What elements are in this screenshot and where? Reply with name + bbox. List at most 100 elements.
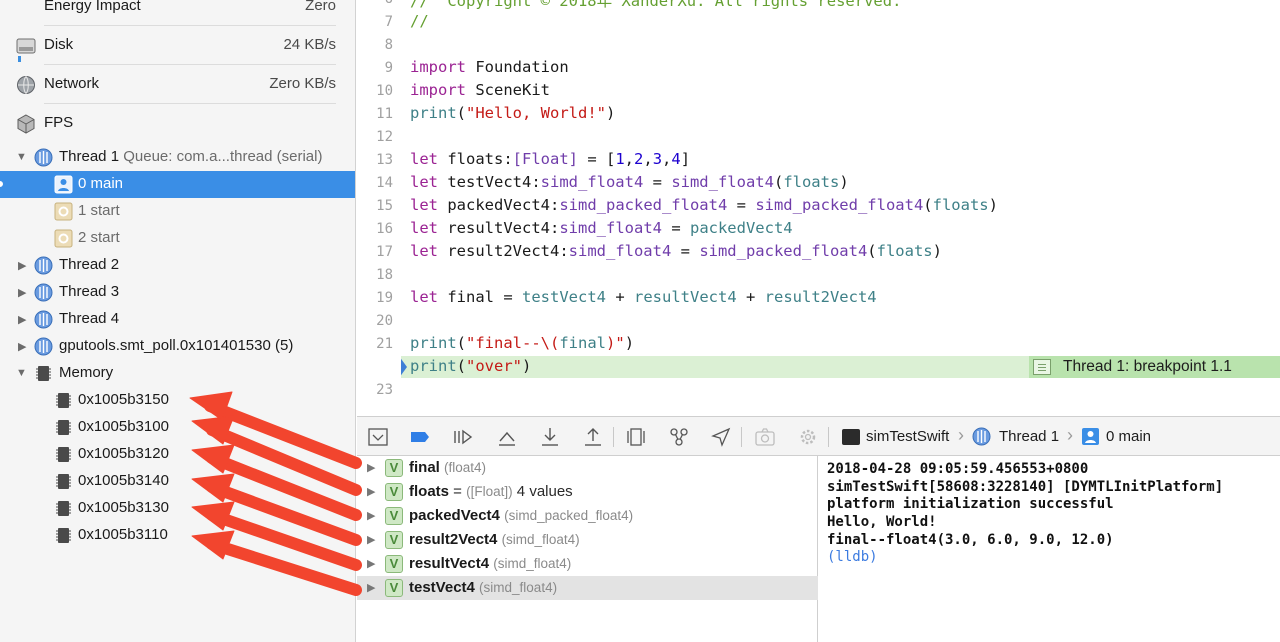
variable-name: final [409,459,440,476]
debug-navigator: Energy Impact Zero Disk 24 KB/s Network … [0,0,356,642]
line-number: 21 [376,336,393,352]
disclosure-collapsed-icon[interactable]: ▶ [18,259,26,272]
disclosure-collapsed-icon[interactable]: ▶ [367,461,375,474]
variable-name: result2Vect4 [409,531,498,548]
separator [828,427,829,447]
memory-address: 0x1005b3150 [78,391,169,408]
stack-frame-0-main[interactable]: 0 main [0,171,355,198]
breadcrumb-thread[interactable]: Thread 1 [999,428,1059,445]
disclosure-collapsed-icon[interactable]: ▶ [367,485,375,498]
line-number: 19 [376,290,393,306]
variable-badge-icon: V [385,459,403,477]
terminal-app-icon [842,429,860,445]
memory-address-row[interactable]: 0x1005b3150 [0,387,355,414]
thread-row-thread-1[interactable]: ▼ Thread 1 Queue: com.a...thread (serial… [0,144,355,171]
line-number: 12 [376,129,393,145]
code-line-6: // Copyright © 2018年 XanderXu. All right… [410,0,902,10]
thread-row-thread-2[interactable]: ▶ Thread 2 [0,252,355,279]
code-line-11: print("Hello, World!") [410,104,616,122]
memory-address-row[interactable]: 0x1005b3100 [0,414,355,441]
disclosure-collapsed-icon[interactable]: ▶ [18,340,26,353]
memory-address-row[interactable]: 0x1005b3120 [0,441,355,468]
network-icon [17,76,35,94]
disclosure-collapsed-icon[interactable]: ▶ [367,581,375,594]
memory-address: 0x1005b3130 [78,499,169,516]
variable-row-final[interactable]: ▶ V final (float4) [357,456,818,480]
disclosure-collapsed-icon[interactable]: ▶ [367,509,375,522]
gauge-fps[interactable]: FPS [0,104,355,143]
gauge-network[interactable]: Network Zero KB/s [0,65,355,104]
code-line-14: let testVect4:simd_float4 = simd_float4(… [410,173,849,191]
keyword: let [410,242,438,260]
console-output[interactable]: 2018-04-28 09:05:59.456553+0800 simTestS… [819,456,1280,642]
code-line-13: let floats:[Float] = [1,2,3,4] [410,150,691,168]
fps-icon [17,114,35,134]
variable-type: (simd_float4) [479,580,558,595]
variable-row-testvect4[interactable]: ▶ V testVect4 (simd_float4) [357,576,818,600]
gauge-disk[interactable]: Disk 24 KB/s [0,26,355,65]
step-into-icon[interactable] [539,426,561,448]
gauge-value: 24 KB/s [283,36,336,53]
variables-view: ▶ V final (float4) ▶ V floats = ([Float]… [357,456,818,642]
stack-frame-1-start[interactable]: 1 start [0,198,355,225]
line-number: 23 [376,382,393,398]
variable-badge-icon: V [385,579,403,597]
continue-icon[interactable] [452,426,474,448]
code-line-19: let final = testVect4 + resultVect4 + re… [410,288,877,306]
variable-row-packedvect4[interactable]: ▶ V packedVect4 (simd_packed_float4) [357,504,818,528]
disclosure-expanded-icon[interactable]: ▼ [16,367,27,379]
memory-address-row[interactable]: 0x1005b3140 [0,468,355,495]
operator: + [736,288,765,306]
thread-row-thread-3[interactable]: ▶ Thread 3 [0,279,355,306]
variable-name: floats [409,483,450,500]
step-over-icon[interactable] [496,426,518,448]
variable-ref: result2Vect4 [764,288,877,306]
type-name: simd_float4 [671,173,774,191]
breakpoints-toggle-icon[interactable] [409,426,431,448]
variable-badge-icon: V [385,507,403,525]
memory-chip-icon [56,447,71,462]
identifier: result2Vect4: [438,242,569,260]
hide-debug-area-icon[interactable] [367,426,389,448]
disclosure-collapsed-icon[interactable]: ▶ [367,557,375,570]
source-editor[interactable]: Thread 1: breakpoint 1.1 6 7 8 9 10 11 1… [357,0,1280,416]
step-out-icon[interactable] [582,426,604,448]
number-literal: 1 [615,150,625,168]
identifier: packedVect4: [438,196,560,214]
gauge-energy-impact[interactable]: Energy Impact Zero [0,0,355,26]
breadcrumb-frame[interactable]: 0 main [1106,428,1151,445]
console-line: final--float4(3.0, 6.0, 9.0, 12.0) [827,531,1114,548]
variable-badge-icon: V [385,531,403,549]
debug-bar: simTestSwift › Thread 1 › 0 main [357,416,1280,456]
code-line-21: print("final--\(final)") [410,334,635,352]
code-line-22: print("over") [410,357,532,375]
function-name: print [410,357,457,375]
gauge-value: Zero KB/s [269,75,336,92]
simulate-location-icon[interactable] [710,426,732,448]
memory-group[interactable]: ▼ Memory [0,360,355,387]
variable-type: ([Float]) [466,484,513,499]
variable-row-resultvect4[interactable]: ▶ V resultVect4 (simd_float4) [357,552,818,576]
stack-frame-2-start[interactable]: 2 start [0,225,355,252]
thread-row-thread-4[interactable]: ▶ Thread 4 [0,306,355,333]
system-frame-icon [54,202,73,221]
lldb-prompt: (lldb) [827,549,878,566]
memory-address-row[interactable]: 0x1005b3130 [0,495,355,522]
variable-row-floats[interactable]: ▶ V floats = ([Float]) 4 values [357,480,818,504]
disclosure-collapsed-icon[interactable]: ▶ [18,313,26,326]
view-hierarchy-icon[interactable] [625,426,647,448]
string-literal: "Hello, World!" [466,104,606,122]
variable-name: packedVect4 [409,507,500,524]
disclosure-expanded-icon[interactable]: ▼ [16,151,27,163]
line-number: 7 [384,14,393,30]
disclosure-collapsed-icon[interactable]: ▶ [367,533,375,546]
memory-graph-icon[interactable] [668,426,690,448]
thread-row-gputools[interactable]: ▶ gputools.smt_poll.0x101401530 (5) [0,333,355,360]
variable-row-result2vect4[interactable]: ▶ V result2Vect4 (simd_float4) [357,528,818,552]
memory-address-row[interactable]: 0x1005b3110 [0,522,355,549]
breadcrumb-scheme[interactable]: simTestSwift [866,428,949,445]
disclosure-collapsed-icon[interactable]: ▶ [18,286,26,299]
memory-chip-icon [56,474,71,489]
selection-indicator [0,179,5,189]
gauge-value: Zero [305,0,336,14]
